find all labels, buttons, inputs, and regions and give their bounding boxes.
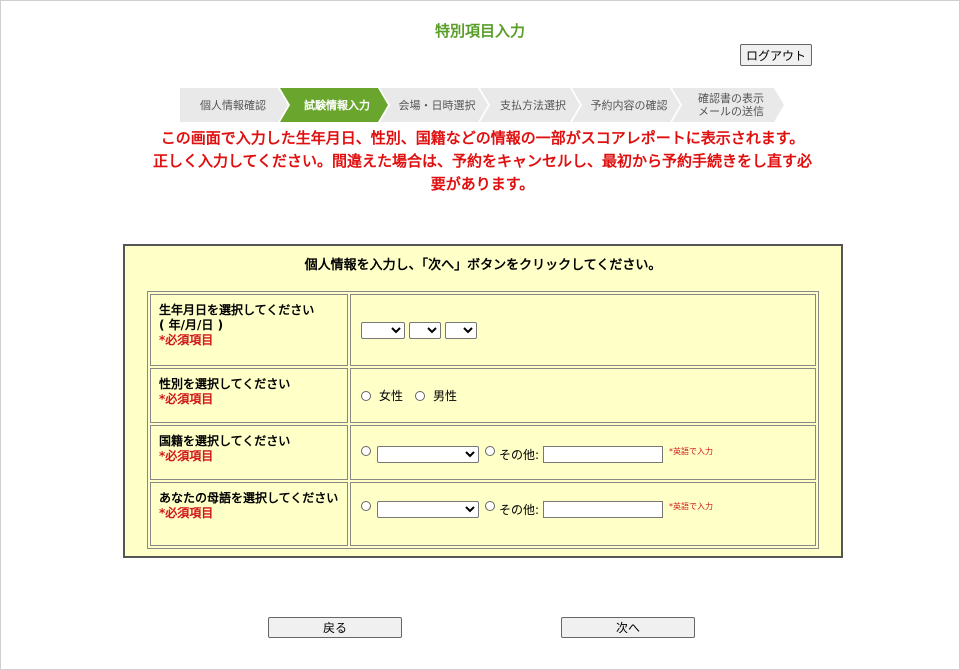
step-label: 予約内容の確認	[590, 98, 668, 112]
birth-month-select[interactable]	[409, 321, 441, 339]
nationality-list-radio[interactable]	[361, 446, 371, 456]
female-radio[interactable]	[361, 390, 371, 401]
birthdate-label: 生年月日を選択してください	[159, 303, 315, 317]
step-label: 支払方法選択	[500, 98, 566, 112]
nationality-other-input[interactable]	[543, 446, 664, 463]
female-label: 女性	[379, 389, 404, 403]
nationality-other-label: その他:	[499, 448, 540, 462]
birth-day-select[interactable]	[445, 321, 477, 339]
required-mark: *必須項目	[159, 333, 214, 347]
step-exam-info-input: 試験情報入力	[280, 88, 388, 122]
birthdate-row: 生年月日を選択してください ( 年/月/日 ) *必須項目	[150, 294, 816, 366]
nationality-row: 国籍を選択してください *必須項目 その他: *英語で入力	[150, 425, 816, 480]
required-mark: *必須項目	[159, 506, 214, 520]
gender-row: 性別を選択してください *必須項目 女性 男性	[150, 368, 816, 423]
progress-steps: 個人情報確認 試験情報入力 会場・日時選択 支払方法選択 予約内容の確認 確認書…	[180, 88, 800, 122]
gender-value-cell: 女性 男性	[350, 368, 816, 423]
step-personal-info-confirm: 個人情報確認	[180, 88, 288, 122]
gender-label-cell: 性別を選択してください *必須項目	[150, 368, 348, 423]
form-instruction: 個人情報を入力し、「次へ」ボタンをクリックしてください。	[304, 258, 662, 273]
back-button[interactable]: 戻る	[268, 617, 402, 638]
male-label: 男性	[433, 389, 458, 403]
step-venue-datetime-select: 会場・日時選択	[380, 88, 488, 122]
native-language-other-input[interactable]	[543, 501, 664, 518]
birthdate-value-cell	[350, 294, 816, 366]
step-payment-select: 支払方法選択	[480, 88, 580, 122]
native-language-other-radio[interactable]	[485, 501, 495, 511]
next-button[interactable]: 次へ	[561, 617, 695, 638]
personal-info-form: 個人情報を入力し、「次へ」ボタンをクリックしてください。 生年月日を選択してくだ…	[123, 244, 843, 558]
native-language-label: あなたの母語を選択してください	[159, 491, 339, 505]
form-grid: 生年月日を選択してください ( 年/月/日 ) *必須項目 性別を選択してくださ…	[147, 291, 819, 549]
nationality-label: 国籍を選択してください	[159, 434, 291, 448]
native-language-list-radio[interactable]	[361, 501, 371, 511]
nationality-label-cell: 国籍を選択してください *必須項目	[150, 425, 348, 480]
logout-button[interactable]: ログアウト	[740, 44, 812, 66]
nationality-hint: *英語で入力	[669, 447, 714, 456]
gender-option-female[interactable]: 女性	[361, 387, 403, 404]
gender-label: 性別を選択してください	[159, 377, 291, 391]
required-mark: *必須項目	[159, 392, 214, 406]
step-label: 個人情報確認	[200, 98, 266, 112]
birthdate-format: ( 年/月/日 )	[159, 318, 224, 332]
native-language-select[interactable]	[377, 501, 479, 518]
nationality-value-cell: その他: *英語で入力	[350, 425, 816, 480]
nationality-other-radio[interactable]	[485, 446, 495, 456]
step-confirmation-email: 確認書の表示 メールの送信	[672, 88, 784, 122]
native-language-value-cell: その他: *英語で入力	[350, 482, 816, 546]
warning-line-2: 正しく入力してください。間違えた場合は、予約をキャンセルし、最初から予約手続きを…	[152, 152, 813, 193]
birthdate-label-cell: 生年月日を選択してください ( 年/月/日 ) *必須項目	[150, 294, 348, 366]
warning-line-1: この画面で入力した生年月日、性別、国籍などの情報の一部がスコアレポートに表示され…	[160, 129, 805, 147]
native-language-row: あなたの母語を選択してください *必須項目 その他: *英語で入力	[150, 482, 816, 546]
birth-year-select[interactable]	[361, 321, 405, 339]
native-language-other-label: その他:	[499, 503, 540, 517]
male-radio[interactable]	[415, 390, 426, 401]
step-label: 確認書の表示 メールの送信	[698, 92, 764, 118]
step-label: 会場・日時選択	[398, 98, 476, 112]
required-mark: *必須項目	[159, 449, 214, 463]
warning-message: この画面で入力した生年月日、性別、国籍などの情報の一部がスコアレポートに表示され…	[150, 127, 815, 196]
step-label: 試験情報入力	[304, 98, 370, 112]
gender-option-male[interactable]: 男性	[415, 387, 457, 404]
native-language-label-cell: あなたの母語を選択してください *必須項目	[150, 482, 348, 546]
native-language-hint: *英語で入力	[669, 502, 714, 511]
page-title: 特別項目入力	[434, 22, 525, 40]
step-reservation-confirm: 予約内容の確認	[572, 88, 680, 122]
nationality-select[interactable]	[377, 446, 479, 463]
